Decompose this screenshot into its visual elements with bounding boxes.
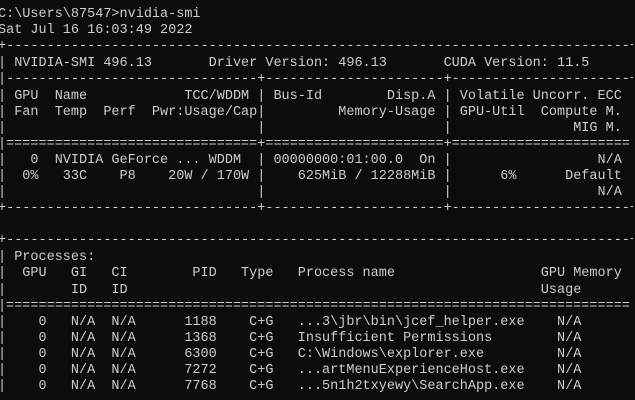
process-row: | 0 N/A N/A 7272 C+G ...artMenuExperienc… xyxy=(0,363,633,378)
processes-header-1: | GPU GI CI PID Type Process name GPU Me… xyxy=(0,266,633,281)
command-line: C:\Users\87547>nvidia-smi xyxy=(0,7,201,22)
processes-border-top: +---------------------------------------… xyxy=(0,233,633,248)
table-divider: |-------------------------------+-------… xyxy=(0,72,633,87)
table-border-bottom: +-------------------------------+-------… xyxy=(0,201,633,216)
process-row: | 0 N/A N/A 7768 C+G ...5n1h2txyewy\Sear… xyxy=(0,379,633,394)
gpu-data-row-3: | | | N/A | xyxy=(0,185,633,200)
gpu-header-row-2: | Fan Temp Perf Pwr:Usage/Cap| Memory-Us… xyxy=(0,105,633,120)
version-line: | NVIDIA-SMI 496.13 Driver Version: 496.… xyxy=(0,56,633,71)
processes-header-2: | ID ID Usage | xyxy=(0,283,633,298)
processes-separator: |=======================================… xyxy=(0,299,633,314)
gpu-header-row-1: | GPU Name TCC/WDDM | Bus-Id Disp.A | Vo… xyxy=(0,89,633,104)
gpu-header-row-3: | | | MIG M. | xyxy=(0,121,633,136)
terminal-window[interactable]: C:\Users\87547>nvidia-smi Sat Jul 16 16:… xyxy=(0,0,633,400)
gpu-header-separator: |===============================+=======… xyxy=(0,137,633,152)
process-row: | 0 N/A N/A 1368 C+G Insufficient Permis… xyxy=(0,331,633,346)
table-border-top: +---------------------------------------… xyxy=(0,39,633,54)
process-row: | 0 N/A N/A 6300 C+G C:\Windows\explorer… xyxy=(0,347,633,362)
process-row: | 0 N/A N/A 1188 C+G ...3\jbr\bin\jcef_h… xyxy=(0,315,633,330)
gpu-data-row-1: | 0 NVIDIA GeForce ... WDDM | 00000000:0… xyxy=(0,153,633,168)
processes-title: | Processes: | xyxy=(0,250,633,265)
timestamp-line: Sat Jul 16 16:03:49 2022 xyxy=(0,23,193,38)
gpu-data-row-2: | 0% 33C P8 20W / 170W | 625MiB / 12288M… xyxy=(0,169,633,184)
